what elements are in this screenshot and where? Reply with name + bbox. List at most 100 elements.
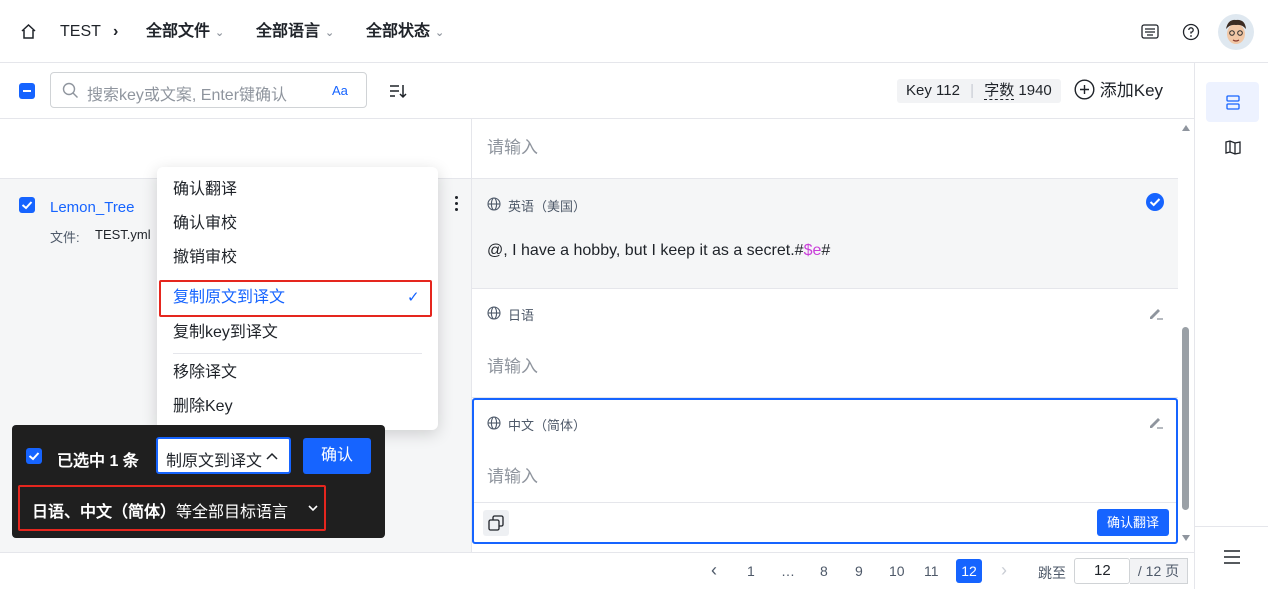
translation-placeholder[interactable]: 请输入: [487, 352, 538, 377]
page-ellipsis[interactable]: …: [781, 563, 795, 579]
selected-count: 已选中 1 条: [57, 453, 139, 470]
top-bar: TEST › 全部文件 ⌄ 全部语言 ⌄ 全部状态 ⌄: [0, 0, 1268, 63]
action-menu: 确认翻译 确认审校 撤销审校 复制原文到译文 ✓ 复制key到译文 移除译文 删…: [157, 167, 438, 430]
check-icon: [21, 201, 33, 210]
list-view-icon: [1226, 95, 1240, 110]
map-icon[interactable]: [1225, 140, 1241, 155]
chevron-down-icon: [308, 505, 318, 512]
filter-status[interactable]: 全部状态 ⌄: [366, 20, 444, 45]
action-select-value: 制原文到译文: [166, 453, 263, 470]
project-name[interactable]: TEST: [60, 20, 101, 44]
highlight-box: [159, 280, 432, 317]
toolbar: 搜索key或文案, Enter键确认 Aa Key 112 | 字数 1940 …: [0, 63, 1194, 119]
copy-icon: [488, 515, 504, 531]
menu-item-cancel-review[interactable]: 撤销审校: [173, 247, 237, 269]
select-all-checkbox[interactable]: [19, 83, 35, 99]
more-actions-icon[interactable]: [455, 196, 459, 211]
search-input[interactable]: 搜索key或文案, Enter键确认 Aa: [50, 72, 367, 108]
char-count: 1940: [1018, 82, 1052, 99]
bulk-confirm-button[interactable]: 确认: [303, 438, 371, 474]
pagination: ‹ 1 … 8 9 10 11 12 › 跳至 12 / 12 页: [0, 552, 1194, 589]
bulk-checkbox[interactable]: [26, 448, 42, 464]
copy-source-button[interactable]: [483, 510, 509, 536]
language-label-en: 英语（美国）: [508, 199, 587, 214]
menu-item-remove-translation[interactable]: 移除译文: [173, 362, 237, 384]
sort-icon[interactable]: [389, 84, 407, 99]
text-segment: #: [821, 242, 831, 259]
key-count-label: Key: [906, 82, 932, 99]
right-rail: [1194, 63, 1268, 589]
prev-page-button[interactable]: ‹: [711, 560, 717, 581]
scrollbar-thumb[interactable]: [1182, 327, 1189, 510]
chevron-down-icon: ⌄: [325, 27, 335, 39]
page-11[interactable]: 11: [924, 563, 939, 579]
page-9[interactable]: 9: [855, 563, 863, 579]
check-icon: [28, 452, 40, 461]
language-label-ja: 日语: [508, 308, 535, 323]
confirmed-check-icon: [1146, 193, 1164, 211]
page-current[interactable]: 12: [956, 559, 982, 583]
edit-icon[interactable]: [1147, 413, 1165, 431]
key-count: 112: [936, 82, 960, 99]
translation-editor-zh[interactable]: 中文（简体） 请输入 确认翻译: [472, 398, 1178, 544]
translation-text-en[interactable]: @, I have a hobby, but I keep it as a se…: [487, 242, 830, 260]
target-languages: 日语、中文（简体）等全部目标语言: [32, 498, 288, 522]
menu-item-confirm-review[interactable]: 确认审校: [173, 213, 237, 235]
edit-icon[interactable]: [1147, 304, 1165, 322]
translation-placeholder[interactable]: 请输入: [487, 462, 538, 487]
target-languages-select[interactable]: 日语、中文（简体）等全部目标语言: [18, 485, 326, 531]
stats-badge: Key 112 | 字数 1940: [897, 79, 1061, 103]
action-select[interactable]: 制原文到译文: [156, 437, 291, 474]
menu-item-delete-key[interactable]: 删除Key: [173, 396, 233, 418]
search-icon: [62, 82, 78, 98]
chevron-up-icon: [266, 452, 278, 460]
plus-circle-icon: [1074, 79, 1095, 100]
page-8[interactable]: 8: [820, 563, 828, 579]
text-segment: @, I have a hobby, but I keep it as a se…: [487, 242, 804, 259]
scroll-down-arrow-icon[interactable]: [1182, 535, 1190, 541]
next-page-button[interactable]: ›: [1001, 560, 1007, 581]
translation-placeholder[interactable]: 请输入: [487, 133, 538, 158]
breadcrumb-separator: ›: [113, 23, 119, 40]
match-case-toggle[interactable]: Aa: [332, 83, 348, 98]
translation-row-en: 英语（美国） @, I have a hobby, but I keep it …: [472, 179, 1178, 289]
globe-icon: [487, 416, 501, 430]
file-label: 文件:: [50, 230, 80, 245]
chevron-down-icon: ⌄: [435, 27, 445, 39]
scroll-up-arrow-icon[interactable]: [1182, 125, 1190, 131]
home-icon[interactable]: [20, 23, 37, 40]
row-checkbox[interactable]: [19, 197, 35, 213]
key-name[interactable]: Lemon_Tree: [50, 199, 135, 216]
menu-divider: [173, 353, 422, 354]
help-icon[interactable]: [1182, 23, 1200, 41]
jump-label: 跳至: [1038, 565, 1066, 581]
target-languages-list: 日语、中文（简体）: [32, 504, 177, 521]
page-1[interactable]: 1: [747, 563, 755, 579]
char-count-label: 字数: [984, 82, 1015, 100]
globe-icon: [487, 197, 501, 211]
translation-row-top: 请输入: [472, 119, 1178, 179]
filter-files[interactable]: 全部文件 ⌄: [146, 20, 224, 45]
page-10[interactable]: 10: [889, 563, 905, 579]
list-view-button[interactable]: [1206, 82, 1259, 122]
chevron-down-icon: ⌄: [215, 27, 225, 39]
add-key-button[interactable]: 添加Key: [1074, 79, 1163, 103]
translation-row-ja: 日语 请输入: [472, 289, 1178, 398]
menu-icon[interactable]: [1223, 550, 1241, 564]
language-label-zh: 中文（简体）: [508, 418, 587, 433]
menu-item-copy-source[interactable]: 复制原文到译文 ✓: [157, 278, 438, 317]
add-key-label: 添加Key: [1099, 81, 1164, 100]
jump-page-input[interactable]: 12: [1074, 558, 1130, 584]
target-languages-suffix: 等全部目标语言: [176, 504, 289, 521]
file-name: TEST.yml: [95, 227, 151, 242]
menu-item-confirm-translation[interactable]: 确认翻译: [173, 179, 237, 201]
filter-languages[interactable]: 全部语言 ⌄: [256, 20, 334, 45]
search-placeholder: 搜索key或文案, Enter键确认: [87, 87, 288, 104]
total-pages: / 12 页: [1130, 558, 1188, 584]
scrollbar[interactable]: [1178, 119, 1194, 552]
confirm-translation-button[interactable]: 确认翻译: [1097, 509, 1169, 536]
menu-item-copy-key[interactable]: 复制key到译文: [173, 322, 278, 344]
keyboard-icon[interactable]: [1141, 24, 1159, 40]
avatar[interactable]: [1218, 14, 1254, 50]
bulk-action-bar: 已选中 1 条 制原文到译文 确认 日语、中文（简体）等全部目标语言: [12, 425, 385, 538]
